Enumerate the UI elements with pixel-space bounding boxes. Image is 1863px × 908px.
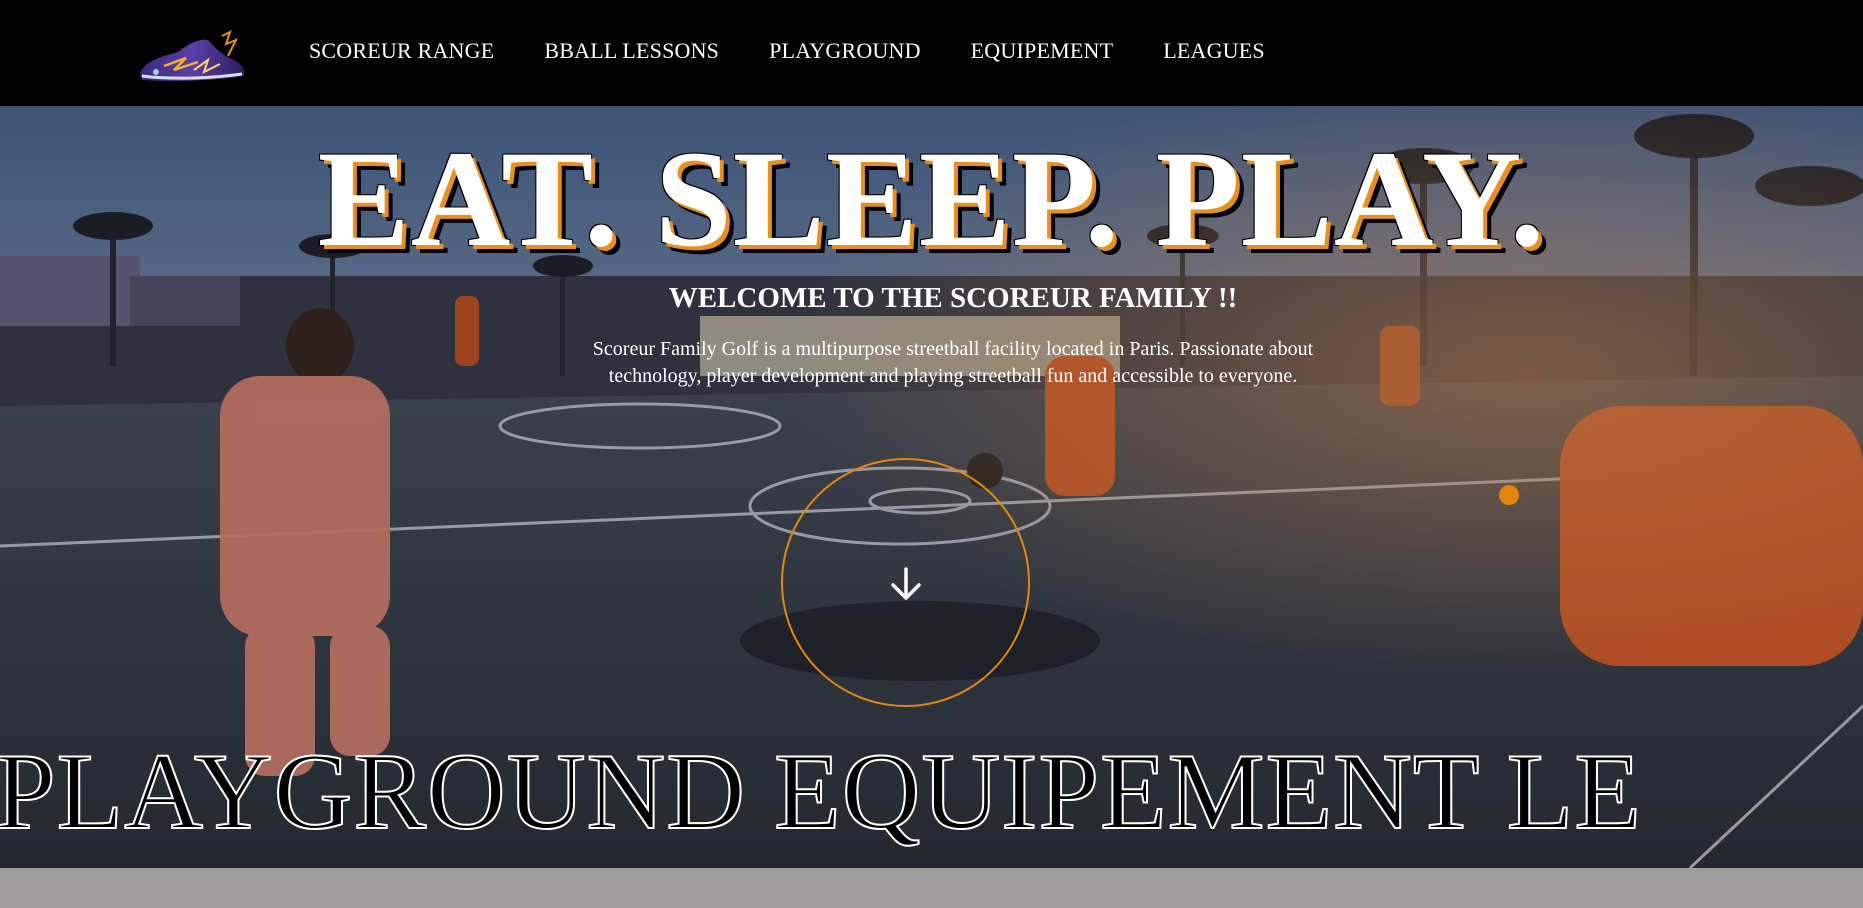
- nav-link-bball-lessons[interactable]: BBALL LESSONS: [544, 38, 719, 64]
- next-section-edge: [0, 868, 1863, 908]
- intro-paragraph: Scoreur Family Golf is a multipurpose st…: [592, 338, 1314, 387]
- hero-section: EAT. SLEEP. PLAY. WELCOME TO THE SCOREUR…: [0, 106, 1863, 868]
- nav-link-leagues[interactable]: LEAGUES: [1163, 38, 1265, 64]
- nav-link-playground[interactable]: PLAYGROUND: [769, 38, 921, 64]
- scrolling-marquee-text: PLAYGROUND EQUIPEMENT LE: [0, 731, 1642, 853]
- cursor-dot: [1499, 485, 1519, 505]
- welcome-heading: WELCOME TO THE SCOREUR FAMILY !!: [668, 282, 1238, 314]
- nav-link-equipement[interactable]: EQUIPEMENT: [971, 38, 1114, 64]
- scroll-down-button[interactable]: [781, 458, 1030, 707]
- arrow-down-icon: [891, 567, 921, 600]
- basketball-shoe-logo[interactable]: [134, 30, 252, 88]
- main-nav: SCOREUR RANGE BBALL LESSONS PLAYGROUND E…: [309, 38, 1265, 64]
- nav-link-scoreur-range[interactable]: SCOREUR RANGE: [309, 38, 494, 64]
- top-navbar: SCOREUR RANGE BBALL LESSONS PLAYGROUND E…: [0, 0, 1863, 106]
- hero-headline: EAT. SLEEP. PLAY.: [317, 122, 1546, 275]
